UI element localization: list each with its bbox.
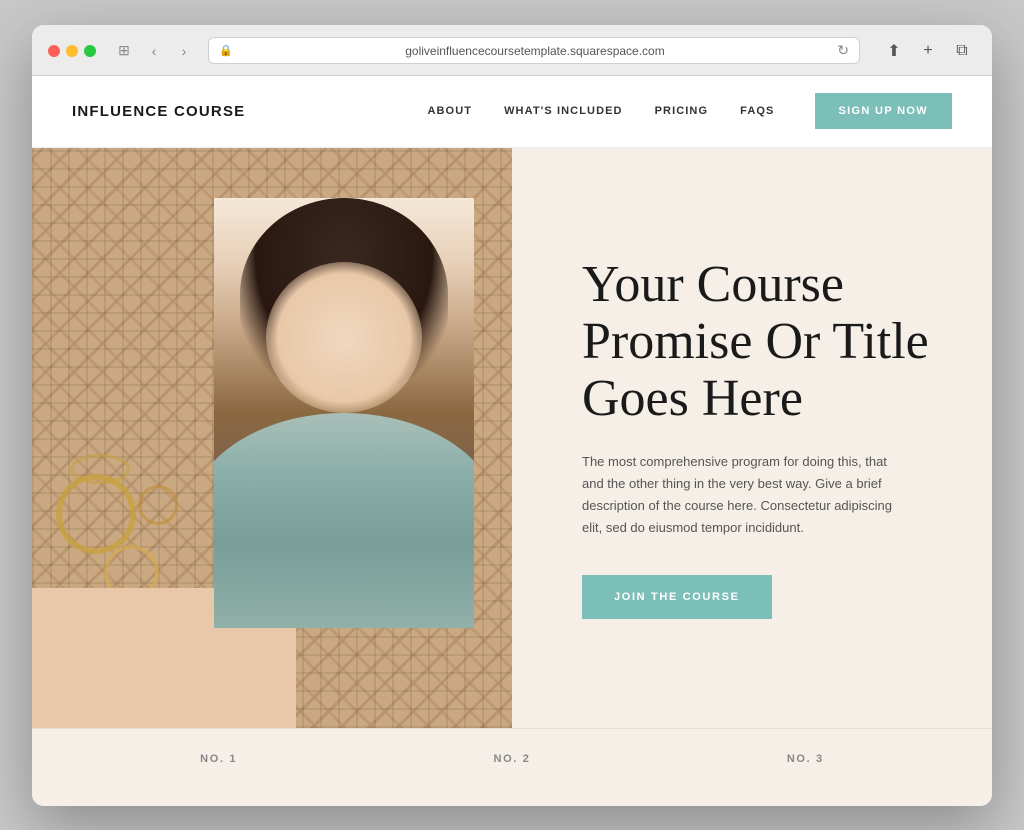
lock-icon: 🔒: [219, 44, 233, 57]
back-button[interactable]: ‹: [142, 41, 166, 61]
footer-number-3: NO. 3: [787, 753, 824, 765]
footer-number-2: NO. 2: [494, 753, 531, 765]
url-display: goliveinfluencecoursetemplate.squarespac…: [239, 44, 832, 58]
hero-title: Your Course Promise Or Title Goes Here: [582, 256, 932, 428]
hero-portrait-photo: [214, 198, 474, 628]
maximize-button[interactable]: [84, 45, 96, 57]
page-footer: NO. 1 NO. 2 NO. 3: [32, 728, 992, 789]
address-bar[interactable]: 🔒 goliveinfluencecoursetemplate.squaresp…: [208, 37, 860, 64]
portrait-face: [266, 262, 422, 413]
ring-decoration-1: [56, 474, 136, 554]
nav-about[interactable]: ABOUT: [427, 105, 472, 117]
nav-faqs[interactable]: FAQS: [740, 105, 774, 117]
hero-section: Your Course Promise Or Title Goes Here T…: [32, 148, 992, 728]
traffic-lights: [48, 45, 96, 57]
browser-controls: ⊞ ‹ ›: [112, 41, 196, 61]
join-course-button[interactable]: JOIN THE COURSE: [582, 575, 772, 619]
close-button[interactable]: [48, 45, 60, 57]
forward-button[interactable]: ›: [172, 41, 196, 61]
signup-button[interactable]: SIGN UP NOW: [815, 93, 953, 129]
portrait-body: [214, 413, 474, 628]
hero-content: Your Course Promise Or Title Goes Here T…: [512, 148, 992, 728]
hero-description: The most comprehensive program for doing…: [582, 451, 902, 539]
hero-images: [32, 148, 512, 728]
nav-pricing[interactable]: PRICING: [655, 105, 709, 117]
ring-decoration-3: [138, 485, 178, 525]
footer-number-1: NO. 1: [200, 753, 237, 765]
tab-overview-button[interactable]: ⧉: [948, 37, 976, 65]
new-tab-button[interactable]: +: [914, 37, 942, 65]
refresh-icon[interactable]: ↻: [837, 42, 849, 59]
browser-window: ⊞ ‹ › 🔒 goliveinfluencecoursetemplate.sq…: [32, 25, 992, 806]
nav-whats-included[interactable]: WHAT'S INCLUDED: [504, 105, 623, 117]
minimize-button[interactable]: [66, 45, 78, 57]
browser-actions: ⬆ + ⧉: [880, 37, 976, 65]
sidebar-toggle-button[interactable]: ⊞: [112, 41, 136, 61]
navbar: INFLUENCE COURSE ABOUT WHAT'S INCLUDED P…: [32, 76, 992, 148]
glasses-decoration: [70, 454, 130, 484]
share-button[interactable]: ⬆: [880, 37, 908, 65]
nav-menu: ABOUT WHAT'S INCLUDED PRICING FAQS: [427, 105, 774, 117]
page-content: INFLUENCE COURSE ABOUT WHAT'S INCLUDED P…: [32, 76, 992, 806]
browser-chrome: ⊞ ‹ › 🔒 goliveinfluencecoursetemplate.sq…: [32, 25, 992, 76]
site-logo[interactable]: INFLUENCE COURSE: [72, 103, 245, 120]
